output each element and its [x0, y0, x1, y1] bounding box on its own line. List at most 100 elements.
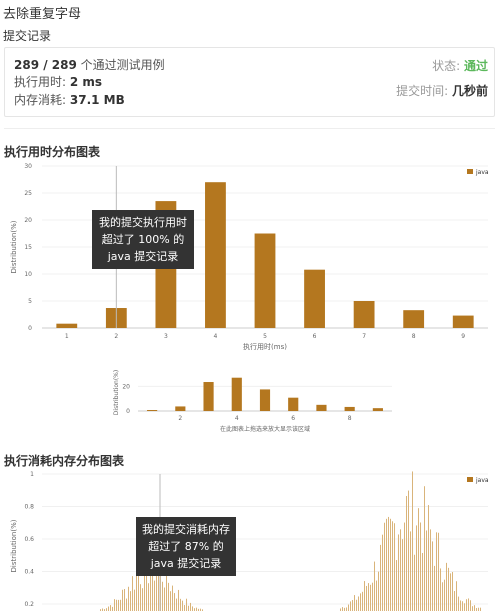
memory-legend-swatch	[467, 477, 473, 482]
memory-bar	[114, 599, 115, 611]
memory-bar	[134, 589, 135, 611]
memory-bar	[364, 581, 365, 611]
memory-bar	[394, 523, 395, 611]
memory-bar	[154, 580, 155, 611]
memory-bar	[124, 589, 125, 611]
memory-bar	[382, 534, 383, 611]
memory-bar	[380, 544, 381, 611]
memory-bar	[346, 607, 347, 611]
runtime-tooltip-line-2: 超过了 100% 的	[101, 233, 185, 246]
memory-bar	[462, 601, 463, 611]
memory-bar	[464, 603, 465, 611]
memory-bar	[138, 574, 139, 611]
memory-bar	[118, 599, 119, 611]
memory-y-tick-label: 0.8	[24, 504, 34, 511]
submit-time-label: 提交时间:	[396, 84, 449, 98]
memory-bar	[456, 581, 457, 611]
memory-bar	[164, 587, 165, 611]
memory-bar	[174, 593, 175, 611]
nav-bar	[147, 410, 158, 411]
memory-bar	[440, 568, 441, 611]
memory-value: 37.1 MB	[69, 93, 125, 107]
x-tick-label: 4	[214, 333, 218, 340]
memory-bar	[132, 576, 133, 611]
memory-y-tick-label: 0.2	[24, 601, 34, 608]
nav-bar	[259, 389, 271, 411]
runtime-bar	[353, 301, 375, 328]
runtime-bar	[403, 310, 425, 328]
memory-bar	[448, 567, 449, 611]
nav-x-tick-label: 4	[235, 415, 239, 422]
runtime-tooltip-line-3: java 提交记录	[107, 250, 179, 263]
runtime-label: 执行用时:	[14, 75, 67, 89]
nav-y-axis-label: Distribution(%)	[113, 370, 120, 415]
memory-label: 内存消耗:	[14, 93, 67, 107]
memory-bar	[444, 579, 445, 611]
passed-count: 289 / 289	[14, 58, 77, 72]
memory-y-axis-label: Distribution(%)	[10, 519, 18, 572]
memory-bar	[470, 600, 471, 611]
x-tick-label: 1	[65, 333, 69, 340]
memory-bar	[468, 598, 469, 611]
memory-bar	[416, 525, 417, 611]
y-tick-label: 25	[24, 190, 32, 197]
passed-suffix: 个通过测试用例	[80, 58, 165, 72]
runtime-navigator-chart[interactable]: 20 0 Distribution(%) 2 4 6 8 在此图表上拖选来放大显示该区域	[100, 368, 400, 436]
nav-x-tick-label: 2	[178, 415, 182, 422]
memory-tooltip-line-2: 超过了 87% 的	[148, 540, 224, 553]
x-tick-label: 9	[461, 333, 465, 340]
status-value[interactable]: 通过	[464, 59, 488, 73]
memory-bar	[122, 589, 123, 611]
memory-bar	[396, 560, 397, 611]
memory-tooltip-line-1: 我的提交消耗内存	[142, 523, 230, 536]
memory-distribution-chart[interactable]: 1 0.8 0.6 0.4 0.2 Distribution(%) java	[0, 466, 498, 611]
nav-y-tick-label: 0	[126, 408, 130, 415]
runtime-distribution-chart[interactable]: 0 5 10 15 20 25 30 Distribution(%) 1 2 3 4 5 6 7 8 9 执行用时…	[0, 158, 498, 358]
memory-bar	[370, 584, 371, 611]
memory-bar	[386, 518, 387, 611]
y-tick-label: 5	[28, 298, 32, 305]
memory-bar	[172, 585, 173, 611]
divider	[4, 128, 495, 129]
memory-bar	[402, 539, 403, 611]
memory-bar	[428, 505, 429, 611]
y-axis-label: Distribution(%)	[10, 220, 18, 273]
submission-record-heading: 提交记录	[3, 29, 52, 43]
memory-bar	[142, 588, 143, 611]
nav-bar	[316, 404, 327, 411]
memory-bar	[354, 595, 355, 611]
y-tick-label: 20	[24, 217, 32, 224]
memory-bar	[472, 606, 473, 611]
memory-bar	[454, 591, 455, 611]
memory-legend-label: java	[475, 477, 489, 484]
memory-bar	[128, 586, 129, 611]
memory-bar	[392, 521, 393, 611]
nav-bar	[203, 382, 214, 411]
memory-bar	[108, 606, 109, 611]
nav-x-axis-label: 在此图表上拖选来放大显示该区域	[220, 425, 310, 433]
legend-label: java	[475, 169, 489, 176]
memory-bar	[136, 573, 137, 611]
memory-bar	[388, 516, 389, 611]
nav-bar	[372, 408, 383, 411]
memory-bar	[126, 598, 127, 611]
memory-bar	[182, 600, 183, 611]
memory-bar	[452, 571, 453, 611]
nav-bar	[231, 377, 242, 411]
memory-line: 内存消耗: 37.1 MB	[14, 91, 125, 108]
memory-bar	[178, 589, 179, 611]
memory-bar	[420, 522, 421, 611]
memory-bar	[176, 598, 177, 611]
memory-bar	[376, 580, 377, 611]
memory-bar	[430, 529, 431, 611]
memory-bar	[192, 606, 193, 611]
memory-bar	[414, 554, 415, 611]
memory-bar	[404, 522, 405, 611]
memory-bar	[384, 522, 385, 611]
memory-bar	[140, 584, 141, 611]
memory-bar	[424, 486, 425, 611]
memory-bar	[186, 598, 187, 611]
runtime-tooltip-line-1: 我的提交执行用时	[99, 216, 187, 229]
runtime-bar	[56, 323, 78, 328]
memory-bar	[436, 532, 437, 611]
